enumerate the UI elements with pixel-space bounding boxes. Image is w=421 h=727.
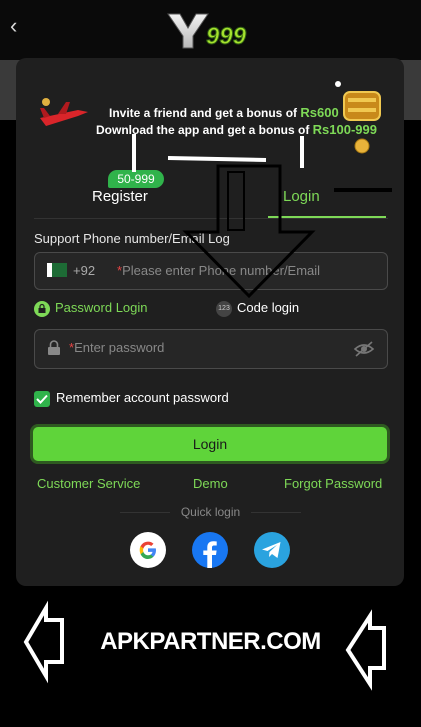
- forgot-password-link[interactable]: Forgot Password: [284, 476, 382, 491]
- treasure-chest-icon: [335, 81, 381, 121]
- code-icon: 123: [216, 300, 232, 317]
- google-icon: [139, 541, 156, 559]
- eye-hidden-icon[interactable]: [353, 340, 375, 358]
- coin-icon: [354, 138, 370, 154]
- code-login-option[interactable]: 123 Code login: [216, 300, 299, 317]
- telegram-login-button[interactable]: [254, 532, 290, 568]
- google-login-button[interactable]: [130, 532, 166, 568]
- promo-download-label: Download the app and get a bonus of: [96, 123, 313, 137]
- quick-login-label: Quick login: [180, 505, 241, 519]
- watermark-text: APKPARTNER.COM: [100, 628, 321, 655]
- facebook-icon: [203, 541, 217, 568]
- promo-banner[interactable]: Invite a friend and get a bonus of Rs600…: [16, 78, 404, 154]
- back-button[interactable]: ‹: [10, 14, 28, 38]
- remember-label: Remember account password: [56, 390, 229, 405]
- password-input[interactable]: *Enter password: [34, 329, 388, 369]
- promo-invite-label: Invite a friend and get a bonus of: [109, 106, 301, 120]
- password-login-label: Password Login: [55, 300, 148, 315]
- password-placeholder: *Enter password: [69, 340, 164, 355]
- tab-login[interactable]: Login: [283, 188, 320, 205]
- phone-label: Support Phone number/Email Log: [34, 231, 230, 246]
- quick-login-divider-right: [251, 512, 301, 513]
- tab-register[interactable]: Register: [92, 188, 148, 205]
- password-placeholder-text: Enter password: [74, 340, 165, 355]
- telegram-icon: [262, 542, 281, 558]
- phone-placeholder: *Please enter Phone number/Email: [117, 263, 320, 278]
- demo-link[interactable]: Demo: [193, 476, 228, 491]
- login-button[interactable]: Login: [30, 424, 390, 464]
- phone-email-input[interactable]: +92 *Please enter Phone number/Email: [34, 252, 388, 290]
- padlock-icon: [48, 340, 60, 355]
- code-login-label: Code login: [237, 300, 300, 315]
- lock-icon: [34, 300, 50, 317]
- active-tab-indicator: [268, 216, 386, 218]
- promo-invite-text: Invite a friend and get a bonus of Rs600: [109, 105, 339, 120]
- phone-placeholder-text: Please enter Phone number/Email: [122, 263, 321, 278]
- remember-password-option[interactable]: Remember account password: [34, 390, 229, 407]
- svg-text:999: 999: [206, 23, 247, 50]
- remember-checkbox[interactable]: [34, 390, 50, 407]
- facebook-login-button[interactable]: [192, 532, 228, 568]
- customer-service-link[interactable]: Customer Service: [37, 476, 140, 491]
- register-bonus-badge: 50-999: [108, 170, 164, 188]
- tab-divider: [34, 218, 388, 219]
- country-code[interactable]: +92: [73, 263, 95, 278]
- plane-icon: [40, 98, 88, 126]
- pakistan-flag-icon: [47, 263, 67, 277]
- password-login-option[interactable]: Password Login: [34, 300, 148, 317]
- app-logo: 999: [167, 13, 247, 50]
